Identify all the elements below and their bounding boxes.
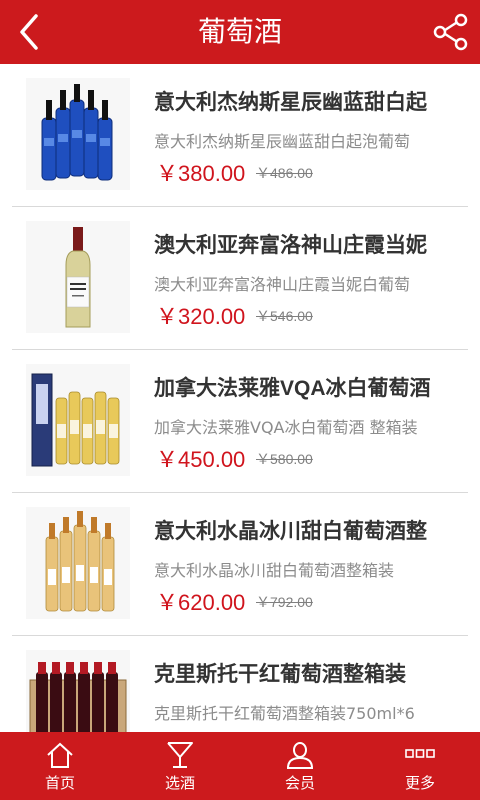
tab-home[interactable]: 首页	[0, 732, 120, 800]
wine-glass-icon	[167, 742, 193, 768]
product-name: 意大利水晶冰川甜白葡萄酒整	[154, 520, 427, 543]
share-button[interactable]	[428, 8, 472, 56]
product-old-price: ￥546.00	[256, 308, 313, 324]
app-header: 葡萄酒	[0, 0, 480, 64]
page-title: 葡萄酒	[197, 15, 282, 48]
list-item[interactable]: 加拿大法莱雅VQA冰白葡萄酒 加拿大法莱雅VQA冰白葡萄酒 整箱装 ￥450.0…	[12, 350, 468, 493]
product-price: ￥620.00	[156, 590, 246, 615]
product-name: 澳大利亚奔富洛神山庄霞当妮	[154, 234, 427, 257]
tab-label: 首页	[44, 774, 75, 792]
tab-select-wine[interactable]: 选酒	[120, 732, 240, 800]
product-image	[26, 507, 130, 619]
home-icon	[47, 742, 73, 768]
product-price: ￥450.00	[156, 447, 246, 472]
product-price: ￥320.00	[156, 304, 246, 329]
product-old-price: ￥486.00	[256, 165, 313, 181]
product-price: ￥380.00	[156, 161, 246, 186]
more-icon	[405, 749, 435, 758]
user-icon	[286, 742, 314, 769]
list-item[interactable]: 澳大利亚奔富洛神山庄霞当妮 澳大利亚奔富洛神山庄霞当妮白葡萄 ￥320.00 ￥…	[12, 207, 468, 350]
share-icon	[433, 13, 468, 51]
product-image	[26, 364, 130, 476]
product-old-price: ￥792.00	[256, 594, 313, 610]
product-name: 克里斯托干红葡萄酒整箱装	[154, 663, 406, 686]
tab-label: 会员	[284, 774, 315, 792]
product-desc: 意大利杰纳斯星辰幽蓝甜白起泡葡萄	[154, 132, 411, 150]
tab-member[interactable]: 会员	[240, 732, 360, 800]
product-image	[26, 650, 130, 732]
tab-label: 更多	[404, 774, 435, 792]
tab-more[interactable]: 更多	[360, 732, 480, 800]
product-image	[26, 221, 130, 333]
list-item[interactable]: 克里斯托干红葡萄酒整箱装 克里斯托干红葡萄酒整箱装750ml*6	[12, 636, 468, 732]
product-desc: 加拿大法莱雅VQA冰白葡萄酒 整箱装	[154, 418, 418, 436]
product-old-price: ￥580.00	[256, 451, 313, 467]
product-desc: 意大利水晶冰川甜白葡萄酒整箱装	[154, 561, 395, 579]
product-name: 加拿大法莱雅VQA冰白葡萄酒	[154, 377, 431, 400]
list-item[interactable]: 意大利杰纳斯星辰幽蓝甜白起 意大利杰纳斯星辰幽蓝甜白起泡葡萄 ￥380.00 ￥…	[12, 64, 468, 207]
product-list: 意大利杰纳斯星辰幽蓝甜白起 意大利杰纳斯星辰幽蓝甜白起泡葡萄 ￥380.00 ￥…	[0, 64, 480, 732]
product-name: 意大利杰纳斯星辰幽蓝甜白起	[154, 91, 427, 114]
product-desc: 澳大利亚奔富洛神山庄霞当妮白葡萄	[154, 275, 411, 293]
product-desc: 克里斯托干红葡萄酒整箱装750ml*6	[154, 704, 415, 722]
list-item[interactable]: 意大利水晶冰川甜白葡萄酒整 意大利水晶冰川甜白葡萄酒整箱装 ￥620.00 ￥7…	[12, 493, 468, 636]
tab-label: 选酒	[164, 774, 195, 792]
product-image	[26, 78, 130, 190]
bottom-tab-bar: 首页 选酒 会员 更多	[0, 732, 480, 800]
